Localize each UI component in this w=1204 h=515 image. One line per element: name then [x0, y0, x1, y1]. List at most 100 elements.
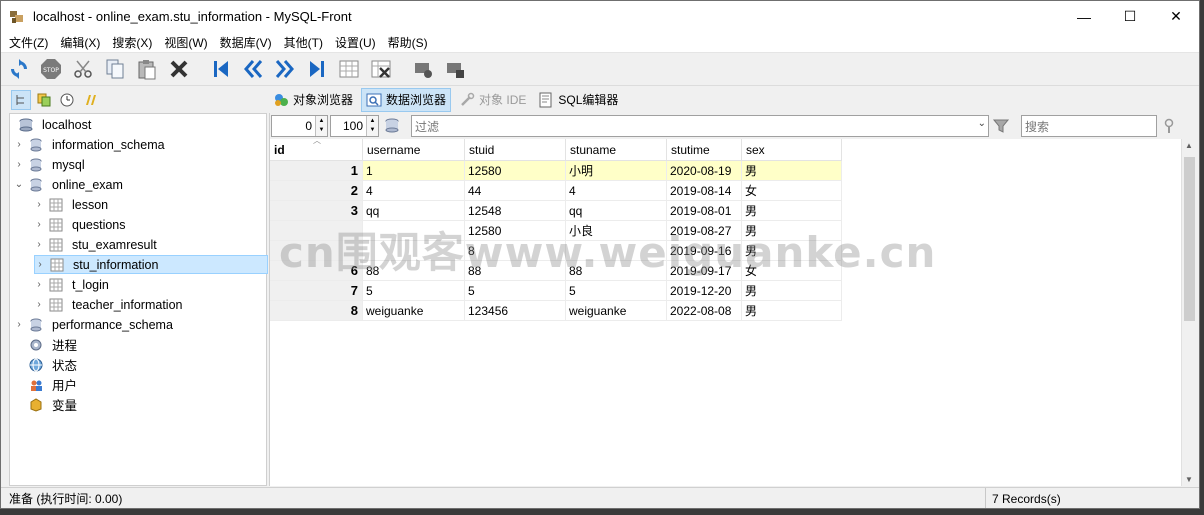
table-row[interactable]: 1 1 12580 小明 2020-08-19 男: [270, 161, 842, 181]
cell-username[interactable]: 4: [363, 181, 465, 201]
tree-item[interactable]: 进程: [14, 335, 77, 354]
chevron-right-icon[interactable]: ›: [34, 199, 44, 210]
menu-database[interactable]: 数据库(V): [220, 34, 272, 51]
tab-object-ide[interactable]: 对象 IDE: [455, 88, 530, 112]
cell-stuid[interactable]: 5: [465, 281, 566, 301]
table-row[interactable]: 2 4 44 4 2019-08-14 女: [270, 181, 842, 201]
cell-username[interactable]: qq: [363, 201, 465, 221]
menu-search[interactable]: 搜索(X): [112, 34, 152, 51]
menu-file[interactable]: 文件(Z): [9, 34, 48, 51]
cancel-edit-button[interactable]: [443, 57, 467, 81]
tree-item[interactable]: 状态: [14, 355, 77, 374]
cell-id[interactable]: [270, 241, 363, 261]
close-button[interactable]: ✕: [1153, 1, 1199, 32]
tree-item[interactable]: › lesson: [34, 195, 108, 214]
cell-username[interactable]: [363, 241, 465, 261]
scroll-down-icon[interactable]: ▼: [1185, 475, 1193, 484]
column-header-stuname[interactable]: stuname: [566, 139, 667, 161]
cell-id[interactable]: 1: [270, 161, 363, 181]
cell-sex[interactable]: 女: [742, 261, 842, 281]
cell-id[interactable]: 7: [270, 281, 363, 301]
tree-item[interactable]: › teacher_information: [34, 295, 182, 314]
tree-item[interactable]: › t_login: [34, 275, 109, 294]
offset-stepper[interactable]: 0 ▲ ▼: [271, 115, 328, 137]
cell-sex[interactable]: 男: [742, 241, 842, 261]
cell-username[interactable]: 5: [363, 281, 465, 301]
cell-stutime[interactable]: 2019-12-20: [667, 281, 742, 301]
table-row[interactable]: 12580 小良 2019-08-27 男: [270, 221, 842, 241]
chevron-down-icon[interactable]: ⌄: [978, 118, 986, 129]
tree-item[interactable]: › stu_information: [34, 255, 268, 274]
paste-button[interactable]: [135, 57, 159, 81]
chevron-right-icon[interactable]: ›: [14, 159, 24, 170]
cell-stuname[interactable]: 5: [566, 281, 667, 301]
offset-stepper-arrows[interactable]: ▲ ▼: [315, 116, 327, 136]
limit-stepper-arrows[interactable]: ▲ ▼: [366, 116, 378, 136]
next-page-button[interactable]: [273, 57, 297, 81]
cell-username[interactable]: weiguanke: [363, 301, 465, 321]
apply-filter-button[interactable]: [992, 117, 1010, 135]
tab-sql-editor[interactable]: SQL编辑器: [534, 88, 622, 112]
cell-stuid[interactable]: 8: [465, 241, 566, 261]
menu-other[interactable]: 其他(T): [284, 34, 323, 51]
tree-item[interactable]: › mysql: [14, 155, 84, 174]
insert-record-button[interactable]: [337, 57, 361, 81]
limit-toggle-button[interactable]: [384, 117, 404, 135]
column-header-stutime[interactable]: stutime: [667, 139, 742, 161]
tree-view-toggle[interactable]: [11, 89, 31, 110]
chevron-right-icon[interactable]: ›: [14, 139, 24, 150]
refresh-button[interactable]: [7, 57, 31, 81]
cell-stuname[interactable]: [566, 241, 667, 261]
cell-stuname[interactable]: 小良: [566, 221, 667, 241]
search-button[interactable]: [1161, 117, 1179, 135]
cell-username[interactable]: 1: [363, 161, 465, 181]
cell-stuid[interactable]: 88: [465, 261, 566, 281]
cell-id[interactable]: [270, 221, 363, 241]
cell-id[interactable]: 6: [270, 261, 363, 281]
chevron-right-icon[interactable]: ›: [14, 319, 24, 330]
cell-sex[interactable]: 女: [742, 181, 842, 201]
sql-history-toggle[interactable]: [34, 90, 54, 110]
tree-item[interactable]: ⌄ online_exam: [14, 175, 123, 194]
cell-stuid[interactable]: 44: [465, 181, 566, 201]
tree-root-localhost[interactable]: localhost: [18, 115, 91, 134]
tree-item[interactable]: › information_schema: [14, 135, 164, 154]
minimize-button[interactable]: —: [1061, 1, 1107, 32]
tree-item[interactable]: › stu_examresult: [34, 235, 156, 254]
limit-stepper[interactable]: 100 ▲ ▼: [330, 115, 379, 137]
cell-stutime[interactable]: 2019-08-01: [667, 201, 742, 221]
cell-username[interactable]: [363, 221, 465, 241]
previous-page-button[interactable]: [241, 57, 265, 81]
cell-stuname[interactable]: 88: [566, 261, 667, 281]
delete-record-button[interactable]: [369, 57, 393, 81]
cell-sex[interactable]: 男: [742, 201, 842, 221]
cell-stutime[interactable]: 2019-09-17: [667, 261, 742, 281]
column-header-stuid[interactable]: stuid: [465, 139, 566, 161]
cell-id[interactable]: 8: [270, 301, 363, 321]
cut-button[interactable]: [71, 57, 95, 81]
menu-edit[interactable]: 编辑(X): [60, 34, 100, 51]
scroll-up-icon[interactable]: ▲: [1185, 141, 1193, 150]
search-input[interactable]: 搜索: [1021, 115, 1157, 137]
first-record-button[interactable]: [209, 57, 233, 81]
tree-item[interactable]: › questions: [34, 215, 125, 234]
cell-stuname[interactable]: 小明: [566, 161, 667, 181]
table-row[interactable]: 6 88 88 88 2019-09-17 女: [270, 261, 842, 281]
cell-stutime[interactable]: 2022-08-08: [667, 301, 742, 321]
table-row[interactable]: 3 qq 12548 qq 2019-08-01 男: [270, 201, 842, 221]
cell-stuid[interactable]: 12548: [465, 201, 566, 221]
cell-stutime[interactable]: 2019-08-27: [667, 221, 742, 241]
post-button[interactable]: [411, 57, 435, 81]
bookmarks-toggle[interactable]: [80, 90, 100, 110]
copy-button[interactable]: [103, 57, 127, 81]
tab-data-browser[interactable]: 数据浏览器: [361, 87, 452, 112]
chevron-down-icon[interactable]: ⌄: [14, 179, 24, 190]
cell-sex[interactable]: 男: [742, 301, 842, 321]
chevron-right-icon[interactable]: ›: [35, 259, 45, 270]
clock-toggle[interactable]: [57, 90, 77, 110]
menu-settings[interactable]: 设置(U): [335, 34, 376, 51]
table-row[interactable]: 7 5 5 5 2019-12-20 男: [270, 281, 842, 301]
table-row[interactable]: 8 2019-09-16 男: [270, 241, 842, 261]
cell-sex[interactable]: 男: [742, 221, 842, 241]
cell-stutime[interactable]: 2019-08-14: [667, 181, 742, 201]
